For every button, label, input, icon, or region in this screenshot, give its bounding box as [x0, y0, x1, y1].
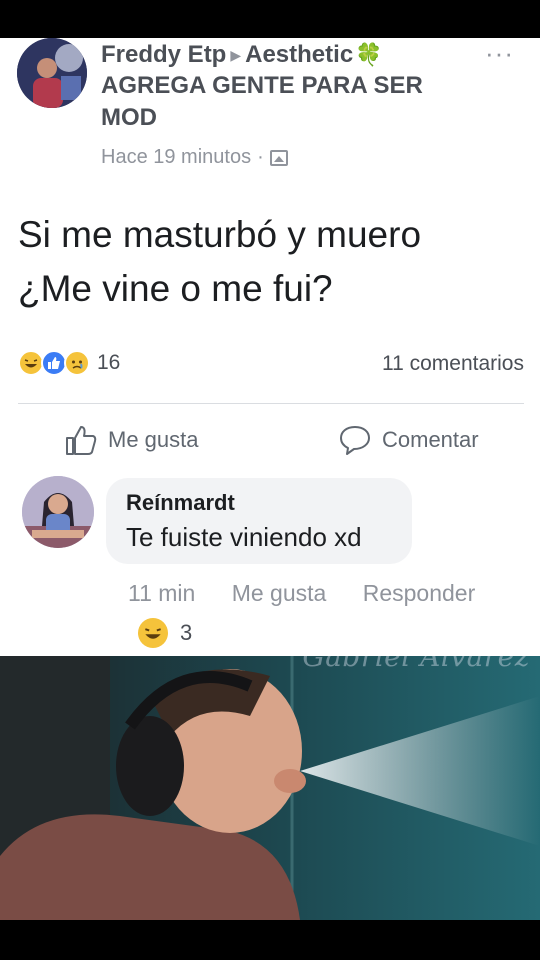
- comment-text: Te fuiste viniendo xd: [126, 522, 362, 552]
- meta-separator: ·: [257, 146, 264, 168]
- more-options-button[interactable]: ···: [485, 38, 514, 69]
- comment-button[interactable]: Comentar: [338, 423, 479, 457]
- author-avatar[interactable]: [17, 38, 87, 108]
- like-button-label: Me gusta: [108, 427, 199, 452]
- facebook-post-card: Freddy Etp ▶ Aesthetic🍀 AGREGA GENTE PARA …: [0, 38, 540, 656]
- photo-icon: [269, 149, 288, 166]
- thumbs-up-icon: [66, 426, 97, 455]
- comment-reaction-count: 3: [180, 620, 193, 645]
- haha-reaction-icon: [138, 618, 168, 648]
- watermark: Gabriel Alvarez: [302, 656, 530, 673]
- commenter-avatar[interactable]: [22, 476, 94, 548]
- comment-button-label: Comentar: [382, 427, 479, 452]
- comment-reactions[interactable]: 3: [138, 618, 192, 648]
- like-button[interactable]: Me gusta: [64, 423, 199, 457]
- post-timestamp[interactable]: Hace 19 minutos: [101, 146, 251, 169]
- comment-actions: 11 min Me gusta Responder: [128, 580, 475, 607]
- comment-time: 11 min: [128, 580, 196, 606]
- clover-icon: 🍀: [355, 42, 383, 67]
- reactions-summary[interactable]: 16: [18, 350, 120, 376]
- comment-like-button[interactable]: Me gusta: [232, 580, 327, 606]
- comment-bubble-icon: [340, 426, 370, 455]
- divider: [18, 403, 524, 404]
- post-header: Freddy Etp ▶ Aesthetic🍀 AGREGA GENTE PARA …: [101, 40, 481, 134]
- post-meta: Hace 19 minutos ·: [101, 146, 288, 169]
- group-note: AGREGA GENTE PARA SER MOD: [101, 72, 423, 131]
- bottom-bar: [0, 920, 540, 960]
- group-name[interactable]: Aesthetic: [245, 41, 353, 68]
- comment-reply-button[interactable]: Responder: [363, 580, 476, 606]
- meme-photo: Gabriel Alvarez: [0, 656, 540, 920]
- comment-bubble: Reínmardt Te fuiste viniendo xd: [106, 478, 412, 564]
- comment-author[interactable]: Reínmardt: [126, 490, 235, 516]
- arrow-right-icon: ▶: [230, 47, 242, 63]
- post-text-line-2: ¿Me vine o me fui?: [18, 268, 333, 309]
- post-text: Si me masturbó y muero ¿Me vine o me fui…: [18, 208, 421, 316]
- reaction-count: 16: [97, 351, 121, 374]
- post-actions-bar: Me gusta Comentar: [0, 423, 540, 463]
- post-text-line-1: Si me masturbó y muero: [18, 214, 422, 255]
- comments-count-link[interactable]: 11 comentarios: [382, 352, 524, 376]
- author-name[interactable]: Freddy Etp: [101, 41, 226, 68]
- sad-reaction-icon: [64, 350, 90, 376]
